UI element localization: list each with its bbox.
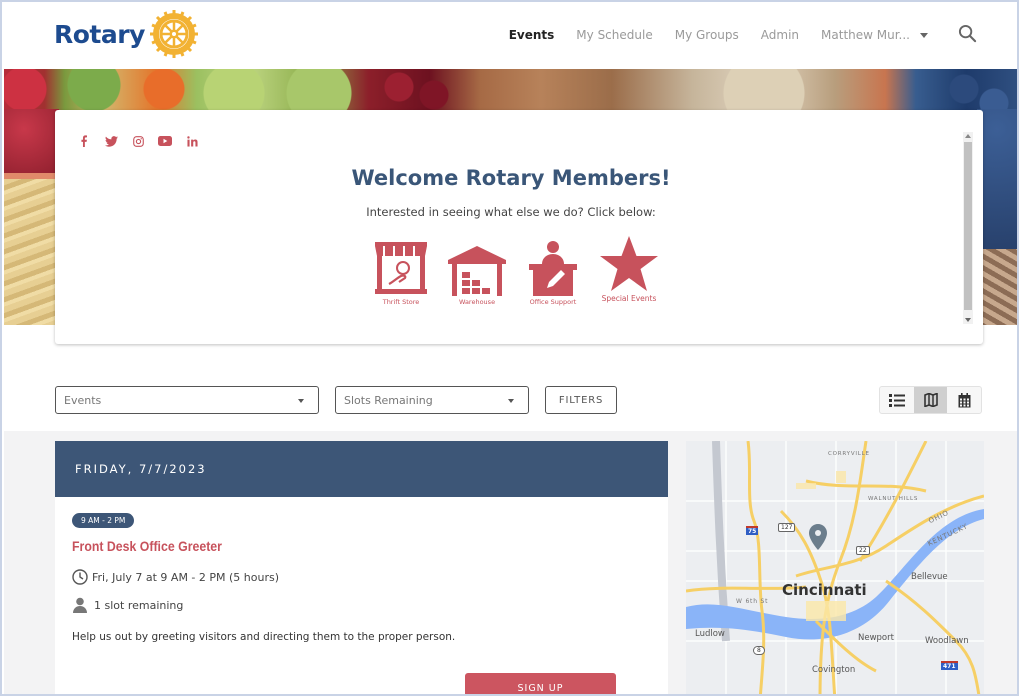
date-header: FRIDAY, 7/7/2023 — [55, 441, 668, 497]
event-description: Help us out by greeting visitors and dir… — [72, 631, 456, 643]
category-thrift-store[interactable]: Thrift Store — [369, 242, 433, 306]
browser-frame: Rotary Events My Schedule My Groups Admi… — [0, 0, 1019, 696]
category-label: Office Support — [529, 298, 577, 306]
clock-icon — [72, 569, 88, 585]
facebook-icon[interactable] — [77, 134, 91, 148]
calendar-view-button[interactable] — [947, 387, 981, 413]
person-icon — [73, 597, 87, 613]
sort-select[interactable]: Slots Remaining — [335, 386, 529, 414]
nav-admin[interactable]: Admin — [761, 28, 799, 42]
hero-oats — [4, 179, 59, 325]
hero-produce — [4, 69, 1017, 111]
map-label-w6th: W 6th St — [736, 598, 769, 605]
category-warehouse[interactable]: Warehouse — [445, 246, 509, 306]
route-shield-us22: 22 — [856, 546, 870, 555]
warehouse-icon — [448, 246, 506, 296]
map-pin-icon[interactable] — [809, 524, 827, 550]
nav-my-groups[interactable]: My Groups — [675, 28, 739, 42]
route-shield-us127: 127 — [778, 523, 796, 532]
event-when-text: Fri, July 7 at 9 AM - 2 PM (5 hours) — [92, 570, 280, 584]
nav-my-schedule[interactable]: My Schedule — [576, 28, 652, 42]
thrift-store-icon — [375, 242, 427, 294]
map-label-ludlow: Ludlow — [695, 629, 725, 639]
category-label: Thrift Store — [382, 298, 420, 306]
chevron-down-icon — [920, 32, 928, 38]
hero-granola — [977, 249, 1017, 325]
site-header: Rotary Events My Schedule My Groups Admi… — [2, 2, 1017, 69]
welcome-subtitle: Interested in seeing what else we do? Cl… — [366, 205, 656, 219]
map-label-walnut-hills: WALNUT HILLS — [868, 496, 919, 502]
office-support-icon — [529, 241, 577, 296]
twitter-icon[interactable] — [104, 134, 118, 148]
category-label: Special Events — [601, 294, 657, 303]
welcome-card: Welcome Rotary Members! Interested in se… — [55, 110, 983, 344]
filters-button[interactable]: FILTERS — [545, 386, 617, 414]
event-list: FRIDAY, 7/7/2023 9 AM - 2 PM Front Desk … — [55, 441, 668, 694]
welcome-title: Welcome Rotary Members! — [351, 166, 671, 190]
youtube-icon[interactable] — [158, 134, 172, 148]
list-view-button[interactable] — [880, 387, 914, 413]
route-shield-8: 8 — [753, 646, 765, 655]
rotary-logo[interactable]: Rotary — [54, 9, 199, 59]
sort-value: Slots Remaining — [344, 394, 433, 407]
linkedin-icon[interactable] — [185, 134, 199, 148]
sign-up-button[interactable]: SIGN UP — [465, 673, 616, 694]
events-section: FRIDAY, 7/7/2023 9 AM - 2 PM Front Desk … — [4, 431, 1017, 694]
welcome-scrollbar[interactable] — [963, 132, 973, 324]
events-map[interactable]: CORRYVILLE WALNUT HILLS OHIO KENTUCKY Ci… — [686, 441, 984, 694]
scroll-up-icon[interactable] — [965, 134, 971, 138]
map-roads — [686, 441, 984, 694]
view-toggle — [879, 386, 982, 414]
nav-events[interactable]: Events — [509, 28, 555, 42]
scrollbar-thumb[interactable] — [964, 142, 972, 310]
map-icon — [923, 393, 938, 407]
search-icon[interactable] — [958, 24, 977, 46]
map-view-button[interactable] — [913, 387, 948, 413]
map-label-newport: Newport — [858, 633, 894, 643]
chevron-down-icon — [508, 399, 514, 403]
category-office-support[interactable]: Office Support — [521, 240, 585, 306]
category-links: Thrift Store Warehouse Office Support Sp… — [369, 236, 661, 306]
event-slots-text: 1 slot remaining — [94, 598, 184, 612]
event-type-value: Events — [64, 394, 102, 407]
time-badge: 9 AM - 2 PM — [72, 513, 135, 528]
instagram-icon[interactable] — [131, 134, 145, 148]
event-slots: 1 slot remaining — [72, 597, 183, 613]
event-title-link[interactable]: Front Desk Office Greeter — [72, 538, 222, 554]
event-when: Fri, July 7 at 9 AM - 2 PM (5 hours) — [72, 569, 279, 585]
map-label-covington: Covington — [812, 665, 856, 675]
social-links — [77, 134, 199, 148]
category-label: Warehouse — [458, 298, 496, 306]
calendar-icon — [958, 392, 971, 407]
list-icon — [888, 393, 905, 407]
rotary-wheel-icon — [149, 10, 198, 58]
hero-strawberry — [4, 109, 59, 179]
map-label-bellevue: Bellevue — [911, 572, 948, 582]
route-shield-i471: 471 — [941, 661, 958, 670]
event-type-select[interactable]: Events — [55, 386, 319, 414]
main-nav: Events My Schedule My Groups Admin Matth… — [487, 24, 977, 46]
chevron-down-icon — [298, 399, 304, 403]
map-label-corryville: CORRYVILLE — [828, 451, 870, 457]
logo-text: Rotary — [54, 19, 145, 49]
star-icon — [600, 236, 658, 291]
map-label-woodlawn: Woodlawn — [925, 636, 969, 646]
user-name: Matthew Mur... — [821, 28, 910, 42]
user-menu[interactable]: Matthew Mur... — [821, 28, 928, 42]
map-label-cincinnati: Cincinnati — [782, 581, 867, 599]
route-shield-i75: 75 — [746, 526, 759, 535]
scroll-down-icon[interactable] — [965, 318, 971, 322]
category-special-events[interactable]: Special Events — [597, 236, 661, 303]
